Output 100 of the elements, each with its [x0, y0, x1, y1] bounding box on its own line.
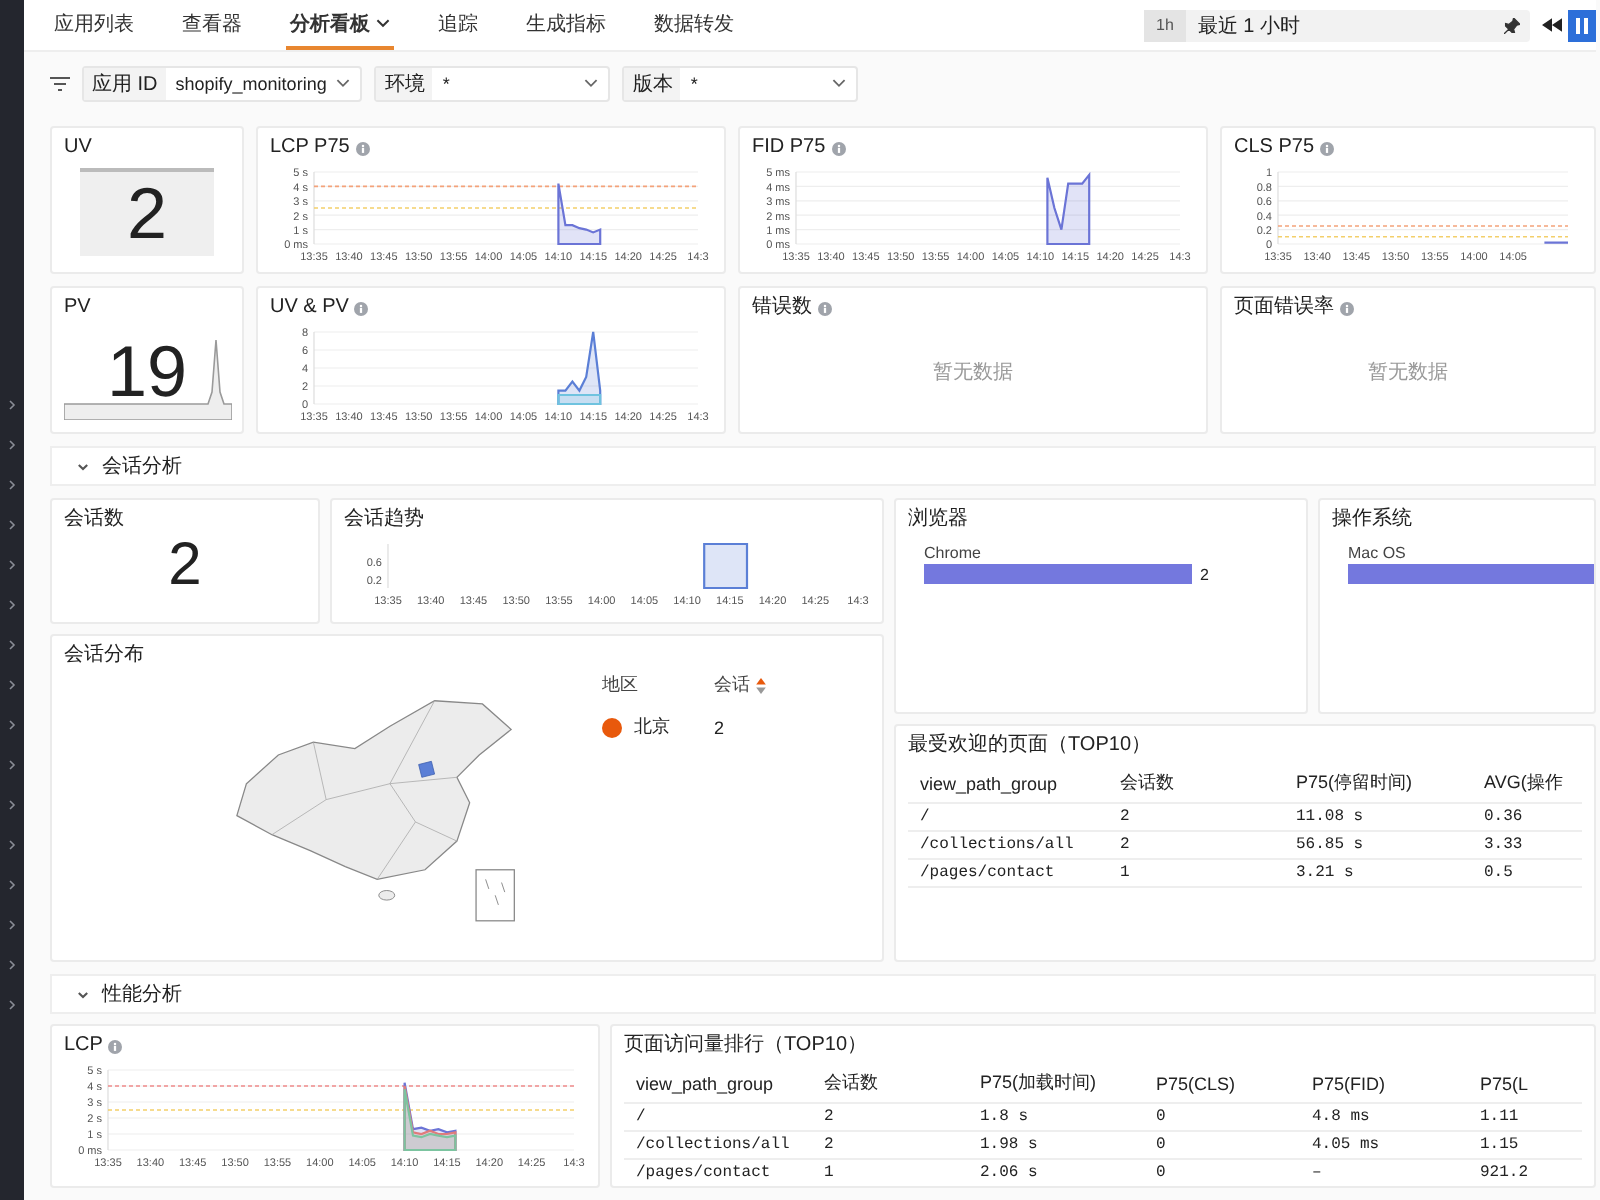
chevron-icon[interactable]: [8, 880, 16, 890]
card-title: 最受欢迎的页面（TOP10）: [908, 734, 1153, 758]
section-title: 会话分析: [102, 453, 182, 480]
filter-icon[interactable]: [50, 75, 70, 91]
category-label: Mac OS: [1348, 544, 1408, 562]
card-title: 会话数: [64, 508, 126, 532]
stat-value: 19: [106, 330, 188, 414]
filter-dropdown[interactable]: 应用 ID shopify_monitoring: [82, 65, 363, 101]
value-label: 2: [1200, 565, 1209, 583]
table-cell: 0: [1144, 1103, 1300, 1131]
card-title: UV: [64, 136, 92, 160]
caret-icon: [584, 78, 599, 88]
table-cell: 1.11: [1468, 1103, 1582, 1131]
time-range-picker[interactable]: 1h 最近 1 小时: [1144, 9, 1530, 41]
chevron-icon[interactable]: [8, 680, 16, 690]
stat-value: 2: [80, 168, 214, 256]
rewind-icon: [1542, 18, 1562, 32]
nav-tab[interactable]: 分析看板: [286, 0, 394, 50]
table-cell: 0: [1144, 1131, 1300, 1159]
table-cell: 2: [1108, 831, 1284, 859]
filter-value: shopify_monitoring: [175, 73, 327, 93]
table-cell: 1: [1108, 859, 1284, 887]
column-header: P75(加载时间): [968, 1064, 1144, 1103]
table-cell: 2: [1108, 803, 1284, 831]
chevron-icon[interactable]: [8, 960, 16, 970]
table-cell: /collections/all: [908, 831, 1108, 859]
card-title: CLS P75: [1234, 136, 1315, 160]
column-header: P75(L: [1468, 1064, 1582, 1103]
series-line: [1544, 241, 1568, 244]
table-cell: /pages/contact: [908, 859, 1108, 887]
filter-dropdown[interactable]: 环境 *: [374, 65, 611, 101]
sort-icon[interactable]: [756, 677, 766, 693]
card-title: 页面错误率: [1234, 296, 1334, 320]
table-cell: 4.8 ms: [1300, 1103, 1468, 1131]
card-title: PV: [64, 296, 91, 320]
section-header[interactable]: 会话分析: [50, 446, 1596, 486]
chevron-icon[interactable]: [8, 640, 16, 650]
filter-value: *: [442, 73, 452, 93]
nav-tab[interactable]: 应用列表: [50, 0, 138, 50]
chevron-icon[interactable]: [8, 560, 16, 570]
card-title: 浏览器: [908, 508, 970, 532]
column-header: P75(停留时间): [1284, 764, 1472, 803]
column-header: P75(CLS): [1144, 1064, 1300, 1103]
filter-label: 应用 ID: [84, 67, 166, 99]
section-title: 性能分析: [102, 981, 182, 1008]
table-cell: 56.85 s: [1284, 831, 1472, 859]
card-title: LCP P75: [270, 136, 350, 160]
stat-value: 2: [166, 532, 204, 600]
table-cell: 2.06 s: [968, 1159, 1144, 1186]
chevron-icon[interactable]: [8, 600, 16, 610]
table-cell: 2: [812, 1131, 968, 1159]
series-line: [1046, 171, 1091, 246]
chevron-icon[interactable]: [8, 760, 16, 770]
chevron-icon[interactable]: [8, 1000, 16, 1010]
table-cell: /: [624, 1103, 812, 1131]
card-title: 会话趋势: [344, 508, 426, 532]
nav-tab[interactable]: 数据转发: [650, 0, 738, 50]
nav-tab[interactable]: 生成指标: [522, 0, 610, 50]
time-badge: 1h: [1144, 9, 1186, 41]
table-cell: 0.36: [1472, 803, 1582, 831]
chevron-icon[interactable]: [8, 840, 16, 850]
section-header[interactable]: 性能分析: [50, 974, 1596, 1014]
pause-button[interactable]: [1568, 9, 1596, 41]
time-range-label: 最近 1 小时: [1197, 13, 1303, 39]
table-cell: 11.08 s: [1284, 803, 1472, 831]
series-line: [557, 182, 602, 246]
chevron-icon[interactable]: [8, 800, 16, 810]
empty-state-text: 暂无数据: [933, 359, 1013, 386]
nav-tab[interactable]: 追踪: [434, 0, 482, 50]
chevron-icon[interactable]: [8, 400, 16, 410]
region-name: 北京: [634, 714, 670, 740]
column-header: 地区: [600, 672, 640, 698]
table-cell: 4.05 ms: [1300, 1131, 1468, 1159]
chevron-icon[interactable]: [8, 920, 16, 930]
column-header: P75(FID): [1300, 1064, 1468, 1103]
card-title: 页面访问量排行（TOP10）: [624, 1034, 869, 1058]
card-title: LCP: [64, 1034, 103, 1058]
column-header[interactable]: 会话: [714, 672, 750, 698]
chevron-icon[interactable]: [8, 440, 16, 450]
card-title: FID P75: [752, 136, 826, 160]
filter-label: 版本: [624, 67, 681, 99]
category-label: Chrome: [924, 544, 983, 562]
chevron-icon[interactable]: [8, 480, 16, 490]
chevron-icon[interactable]: [8, 520, 16, 530]
column-header: AVG(操作: [1472, 764, 1582, 803]
table-cell: 1.98 s: [968, 1131, 1144, 1159]
column-header: view_path_group: [908, 764, 1108, 803]
table-cell: –: [1300, 1159, 1468, 1186]
chevron-icon[interactable]: [8, 720, 16, 730]
pin-icon[interactable]: [1504, 17, 1520, 33]
table-cell: 1.15: [1468, 1131, 1582, 1159]
pause-icon: [1576, 17, 1588, 33]
nav-tab[interactable]: 查看器: [178, 0, 246, 50]
column-header: 会话数: [812, 1064, 968, 1103]
table-cell: 921.2: [1468, 1159, 1582, 1186]
column-header: 会话数: [1108, 764, 1284, 803]
filter-dropdown[interactable]: 版本 *: [622, 65, 859, 101]
table-cell: 1.8 s: [968, 1103, 1144, 1131]
card-title: UV & PV: [270, 296, 349, 320]
table-cell: 0: [1144, 1159, 1300, 1186]
